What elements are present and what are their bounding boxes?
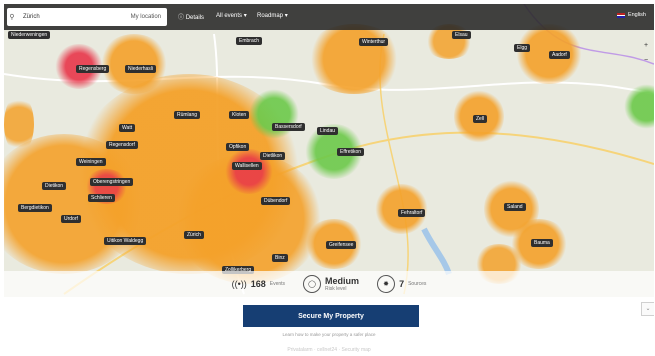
city-label[interactable]: Greifensee: [326, 241, 357, 249]
city-label[interactable]: Dübendorf: [261, 197, 291, 205]
heat-area: [304, 24, 404, 94]
details-button[interactable]: ⓘ Details: [178, 12, 204, 21]
risk-level: Medium: [325, 276, 360, 286]
risk-label: Risk level: [325, 286, 347, 292]
sources-stat: ✸ 7 Sources: [377, 275, 426, 293]
city-label[interactable]: Bergdietikon: [18, 204, 52, 212]
city-label[interactable]: Oberengstringen: [90, 178, 134, 186]
risk-map[interactable]: Niederweningen Regensberg Niederhasli Em…: [4, 4, 654, 297]
city-label[interactable]: Niederhasli: [125, 65, 157, 73]
my-location-button[interactable]: My location: [131, 14, 167, 20]
location-search[interactable]: ⚲ Zürich My location: [7, 8, 167, 26]
heat-area-low: [249, 89, 299, 139]
city-label[interactable]: Elsau: [452, 31, 471, 39]
partner-logos: Privatalarm · cellnet24 · Security map: [287, 347, 371, 353]
search-input[interactable]: Zürich: [17, 14, 131, 20]
language-selector[interactable]: English: [616, 12, 646, 18]
city-label[interactable]: Urdorf: [61, 215, 81, 223]
events-label: Events: [269, 281, 286, 287]
city-label[interactable]: Rümlang: [174, 111, 201, 119]
broadcast-icon: ((•)): [231, 279, 247, 289]
events-count: 168: [250, 279, 266, 289]
city-label[interactable]: Wallisellen: [232, 162, 262, 170]
city-label[interactable]: Elgg: [514, 44, 531, 52]
scroll-down-icon[interactable]: ⌄: [641, 302, 654, 316]
flag-icon: [616, 12, 625, 18]
sources-count: 7: [399, 279, 405, 289]
map-toolbar: ⚲ Zürich My location ⓘ Details All event…: [4, 4, 654, 30]
city-label[interactable]: Opfikon: [226, 143, 250, 151]
zoom-out-button[interactable]: −: [641, 56, 651, 66]
city-label[interactable]: Schlieren: [88, 194, 115, 202]
chevron-down-icon: ▾: [243, 13, 247, 19]
city-label[interactable]: Fehraltorf: [398, 209, 426, 217]
city-label[interactable]: Embrach: [236, 37, 263, 45]
city-label[interactable]: Watt: [119, 124, 136, 132]
city-label[interactable]: Lindau: [317, 127, 339, 135]
chevron-down-icon: ▾: [284, 13, 288, 19]
secure-property-button[interactable]: Secure My Property: [243, 305, 419, 327]
city-label[interactable]: Niederweningen: [8, 31, 51, 39]
city-label[interactable]: Zürich: [184, 231, 204, 239]
city-label[interactable]: Kloten: [229, 111, 250, 119]
city-label[interactable]: Dietikon: [42, 182, 67, 190]
city-label[interactable]: Weiningen: [76, 158, 106, 166]
zoom-in-button[interactable]: +: [641, 41, 651, 51]
city-label[interactable]: Regensberg: [76, 65, 110, 73]
sources-label: Sources: [408, 281, 427, 287]
risk-gauge-icon: ◯: [303, 275, 322, 293]
info-icon: ⓘ: [178, 15, 185, 21]
events-dropdown[interactable]: All events ▾: [216, 12, 247, 19]
heat-area: [4, 94, 34, 154]
city-label[interactable]: Bassersdorf: [272, 123, 305, 131]
events-stat: ((•)) 168 Events: [232, 279, 285, 289]
app-frame: Niederweningen Regensberg Niederhasli Em…: [4, 4, 654, 354]
subtext: Learn how to make your property a safer …: [282, 332, 376, 337]
map-type-dropdown[interactable]: Roadmap ▾: [257, 12, 288, 19]
city-label[interactable]: Effretikon: [337, 148, 365, 156]
city-label[interactable]: Winterthur: [359, 38, 389, 46]
stats-bar: ((•)) 168 Events ◯ Medium Risk level ✸ 7…: [4, 271, 654, 297]
city-label[interactable]: Regensdorf: [106, 141, 138, 149]
city-label[interactable]: Zell: [473, 115, 488, 123]
network-icon: ✸: [377, 275, 396, 293]
city-label[interactable]: Saland: [504, 203, 526, 211]
location-pin-icon: ⚲: [9, 14, 15, 21]
risk-stat: ◯ Medium Risk level: [303, 275, 359, 293]
city-label[interactable]: Uitikon Waldegg: [104, 237, 147, 245]
city-label[interactable]: Aadorf: [549, 51, 570, 59]
city-label[interactable]: Bauma: [531, 239, 553, 247]
city-label[interactable]: Dietlikon: [260, 152, 286, 160]
city-label[interactable]: Binz: [272, 254, 288, 262]
heat-area: [99, 34, 169, 94]
